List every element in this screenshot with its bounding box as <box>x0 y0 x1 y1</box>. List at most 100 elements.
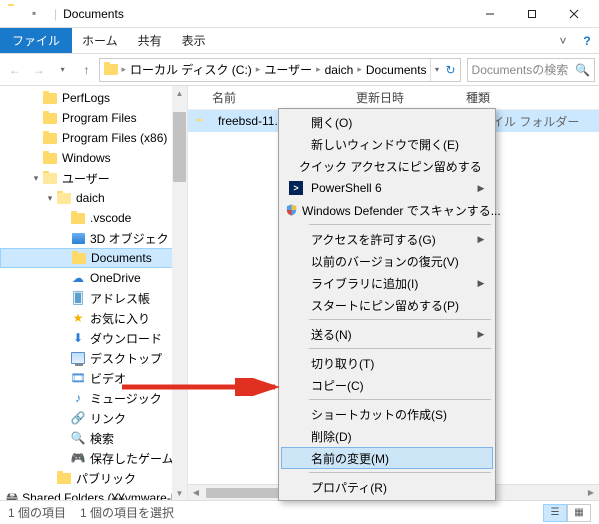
help-button[interactable]: ? <box>575 28 599 53</box>
folder-icon <box>42 110 58 126</box>
tree-item[interactable]: Program Files <box>0 108 187 128</box>
menu-item[interactable]: 開く(O) <box>281 111 493 133</box>
qat-properties-icon[interactable]: ▪ <box>32 6 48 22</box>
tree-item-label: ダウンロード <box>90 330 162 347</box>
tree-item-label: ミュージック <box>90 390 162 407</box>
tree-item[interactable]: 🔗 リンク <box>0 408 187 428</box>
tree-item-label: Documents <box>91 251 152 265</box>
menu-item[interactable]: クイック アクセスにピン留めする <box>281 155 493 177</box>
details-view-button[interactable]: ☰ <box>543 504 567 522</box>
breadcrumb-seg[interactable]: Documents <box>363 63 430 77</box>
menu-item[interactable]: コピー(C) <box>281 374 493 396</box>
breadcrumb-seg[interactable]: ユーザー <box>261 61 315 78</box>
tree-item[interactable]: ▾ daich <box>0 188 187 208</box>
menu-item[interactable]: 切り取り(T) <box>281 352 493 374</box>
breadcrumb-seg[interactable]: daich <box>322 63 357 77</box>
menu-item[interactable]: ライブラリに追加(I) ▶ <box>281 272 493 294</box>
submenu-arrow-icon: ▶ <box>473 234 489 245</box>
recent-dropdown[interactable]: ▾ <box>52 58 74 82</box>
ribbon-expand-button[interactable]: ˅ <box>551 28 575 53</box>
tree-item[interactable]: パブリック <box>0 468 187 488</box>
maximize-button[interactable] <box>511 0 553 28</box>
column-type[interactable]: 種類 <box>458 89 599 106</box>
tree-item[interactable]: Program Files (x86) <box>0 128 187 148</box>
breadcrumb-seg[interactable]: ローカル ディスク (C:) <box>127 61 255 78</box>
menu-item[interactable]: 名前の変更(M) <box>281 447 493 469</box>
tree-item[interactable]: ⬇ ダウンロード <box>0 328 187 348</box>
tree-item[interactable]: Windows <box>0 148 187 168</box>
menu-item[interactable]: 以前のバージョンの復元(V) <box>281 250 493 272</box>
minimize-button[interactable] <box>469 0 511 28</box>
link-icon: 🔗 <box>70 410 86 426</box>
tree-item[interactable]: 3D オブジェクト <box>0 228 187 248</box>
tree-item-label: Windows <box>62 151 111 165</box>
tree-item[interactable]: ▾ ユーザー <box>0 168 187 188</box>
menu-item[interactable]: ショートカットの作成(S) <box>281 403 493 425</box>
forward-button[interactable]: → <box>28 58 50 82</box>
menu-item[interactable]: 送る(N) ▶ <box>281 323 493 345</box>
tree-item[interactable]: ♪ ミュージック <box>0 388 187 408</box>
column-headers[interactable]: 名前 更新日時 種類 <box>188 86 599 110</box>
tree-item[interactable]: Documents <box>0 248 187 268</box>
tab-view[interactable]: 表示 <box>172 28 216 53</box>
expand-icon[interactable]: ▾ <box>44 193 56 204</box>
menu-item[interactable]: スタートにピン留めする(P) <box>281 294 493 316</box>
desktop-icon <box>70 350 86 366</box>
tree-item[interactable]: PerfLogs <box>0 88 187 108</box>
tab-file[interactable]: ファイル <box>0 28 72 53</box>
scroll-up-icon[interactable]: ▲ <box>172 86 187 100</box>
close-button[interactable] <box>553 0 595 28</box>
menu-item[interactable]: Windows Defender でスキャンする... <box>281 199 493 221</box>
menu-item-label: 名前の変更(M) <box>307 450 473 467</box>
tab-share[interactable]: 共有 <box>128 28 172 53</box>
tree-pane[interactable]: PerfLogs Program Files Program Files (x8… <box>0 86 188 500</box>
search-placeholder: Documentsの検索 <box>472 61 569 78</box>
icons-view-button[interactable]: ▦ <box>567 504 591 522</box>
tree-item[interactable]: 🖴 Shared Folders (¥¥vmware-host) (Z:) <box>0 488 187 500</box>
submenu-arrow-icon: ▶ <box>473 278 489 289</box>
column-name[interactable]: 名前 <box>188 89 348 106</box>
search-icon[interactable]: 🔍 <box>575 63 590 77</box>
menu-item[interactable]: 新しいウィンドウで開く(E) <box>281 133 493 155</box>
tree-item[interactable]: 🂠 アドレス帳 <box>0 288 187 308</box>
expand-icon[interactable]: ▾ <box>30 173 42 184</box>
menu-item[interactable]: プロパティ(R) <box>281 476 493 498</box>
tree-item-label: OneDrive <box>90 271 141 285</box>
tree-item[interactable]: ★ お気に入り <box>0 308 187 328</box>
menu-item-label: プロパティ(R) <box>307 479 473 496</box>
scroll-thumb[interactable] <box>173 112 186 182</box>
menu-item-label: 切り取り(T) <box>307 355 473 372</box>
column-date[interactable]: 更新日時 <box>348 89 458 106</box>
shield-icon <box>285 203 298 217</box>
breadcrumb-dropdown[interactable]: ▾ <box>430 59 444 81</box>
refresh-button[interactable]: ↻ <box>444 63 458 77</box>
tree-item-label: アドレス帳 <box>90 290 150 307</box>
tree-item[interactable]: デスクトップ <box>0 348 187 368</box>
folder-icon <box>56 470 72 486</box>
tab-home[interactable]: ホーム <box>72 28 128 53</box>
tree-item[interactable]: 🎮 保存したゲーム <box>0 448 187 468</box>
menu-item-label: 以前のバージョンの復元(V) <box>307 253 473 270</box>
tree-item-label: ビデオ <box>90 370 126 387</box>
back-button[interactable]: ← <box>4 58 26 82</box>
status-item-count: 1 個の項目 <box>8 504 66 521</box>
menu-item[interactable]: 削除(D) <box>281 425 493 447</box>
tree-item[interactable]: 🎞 ビデオ <box>0 368 187 388</box>
music-icon: ♪ <box>70 390 86 406</box>
tree-item-label: 保存したゲーム <box>90 450 174 467</box>
menu-item[interactable]: > PowerShell 6 ▶ <box>281 177 493 199</box>
tree-scrollbar[interactable]: ▲ ▼ <box>172 86 187 500</box>
up-button[interactable]: ↑ <box>76 58 98 82</box>
scroll-left-icon[interactable]: ◀ <box>188 488 204 497</box>
scroll-right-icon[interactable]: ▶ <box>583 488 599 497</box>
menu-item[interactable]: アクセスを許可する(G) ▶ <box>281 228 493 250</box>
scroll-down-icon[interactable]: ▼ <box>172 486 187 500</box>
menu-item-label: 新しいウィンドウで開く(E) <box>307 136 473 153</box>
tree-item[interactable]: .vscode <box>0 208 187 228</box>
tree-item[interactable]: ☁ OneDrive <box>0 268 187 288</box>
breadcrumb[interactable]: ▸ ローカル ディスク (C:) ▸ ユーザー ▸ daich ▸ Docume… <box>99 58 460 82</box>
search-input[interactable]: Documentsの検索 🔍 <box>467 58 595 82</box>
menu-separator <box>309 472 491 473</box>
video-icon: 🎞 <box>70 370 86 386</box>
tree-item[interactable]: 🔍 検索 <box>0 428 187 448</box>
